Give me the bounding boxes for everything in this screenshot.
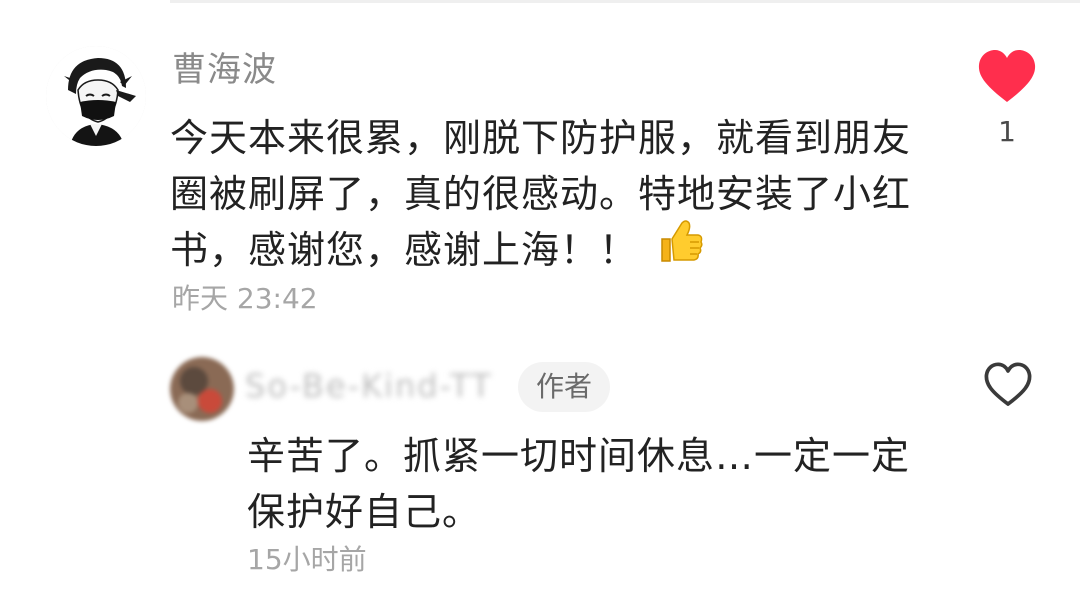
comment-text: 今天本来很累，刚脱下防护服，就看到朋友圈被刷屏了，真的很感动。特地安装了小红书，…	[170, 110, 930, 280]
reply-timestamp: 15小时前	[247, 543, 367, 576]
avatar[interactable]	[46, 46, 146, 146]
thumbs-up-emoji-icon	[656, 217, 704, 280]
like-button[interactable]	[976, 48, 1038, 106]
author-badge: 作者	[518, 362, 610, 412]
reply-like-button[interactable]	[982, 361, 1034, 409]
blurred-avatar-icon	[170, 357, 234, 421]
heart-filled-icon	[978, 50, 1036, 102]
masked-person-avatar-icon	[46, 46, 146, 146]
like-count: 1	[998, 115, 1016, 148]
comment-body: 今天本来很累，刚脱下防护服，就看到朋友圈被刷屏了，真的很感动。特地安装了小红书，…	[170, 116, 912, 272]
comment-timestamp: 昨天 23:42	[172, 282, 318, 315]
reply-avatar[interactable]	[170, 357, 234, 421]
heart-outline-icon	[984, 362, 1032, 406]
reply-text: 辛苦了。抓紧一切时间休息…一定一定保护好自己。	[247, 434, 911, 534]
comment-author[interactable]: 曹海波	[172, 48, 277, 92]
reply-author[interactable]: So-Be-Kind-TT	[245, 364, 493, 408]
divider	[170, 0, 1080, 3]
